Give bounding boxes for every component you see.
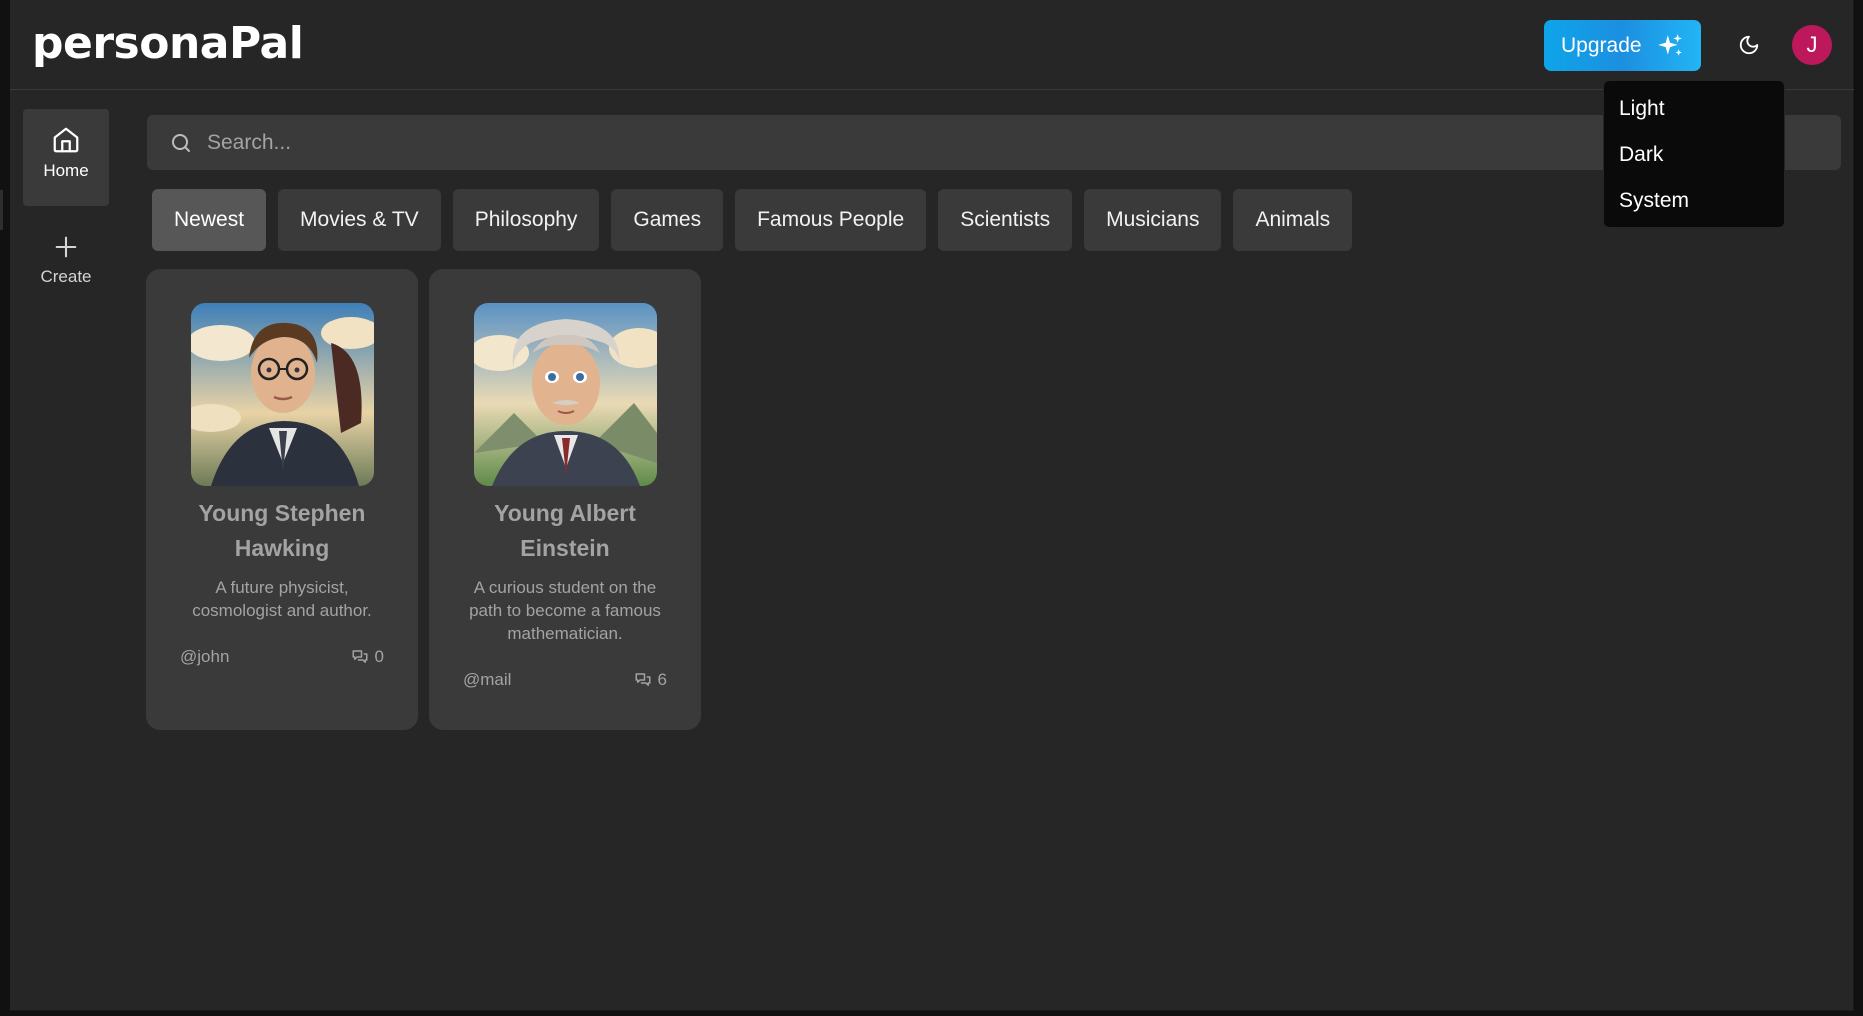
category-filter-bar: Newest Movies & TV Philosophy Games Famo…	[152, 189, 1353, 251]
persona-portrait-image	[473, 303, 657, 486]
top-bar: personaPal Upgrade J	[10, 0, 1854, 90]
persona-author: @mail	[463, 670, 512, 689]
persona-card[interactable]: Young Albert Einstein A curious student …	[429, 269, 701, 730]
home-icon	[53, 127, 79, 153]
sparkles-icon	[1658, 34, 1682, 56]
upgrade-label: Upgrade	[1561, 33, 1642, 57]
category-movies-tv[interactable]: Movies & TV	[278, 189, 441, 251]
app-window: personaPal Upgrade J Home Create Search.…	[10, 0, 1854, 1011]
persona-name: Young Stephen Hawking	[198, 500, 366, 561]
theme-dropdown-menu: Light Dark System	[1603, 80, 1785, 228]
persona-card[interactable]: Young Stephen Hawking A future physicist…	[146, 269, 418, 730]
theme-option-light[interactable]: Light	[1604, 86, 1784, 132]
category-musicians[interactable]: Musicians	[1084, 189, 1222, 251]
theme-option-dark[interactable]: Dark	[1604, 132, 1784, 178]
messages-icon	[635, 673, 651, 686]
theme-option-system[interactable]: System	[1604, 178, 1784, 224]
message-count: 6	[634, 670, 667, 690]
plus-icon	[55, 236, 77, 258]
category-animals[interactable]: Animals	[1233, 189, 1353, 251]
persona-card-footer: @mail 6	[429, 670, 701, 690]
message-count: 0	[351, 647, 384, 667]
upgrade-button[interactable]: Upgrade	[1544, 20, 1701, 71]
sidebar-item-home[interactable]: Home	[23, 109, 109, 206]
sidebar-item-create[interactable]: Create	[23, 233, 109, 301]
persona-name: Young Albert Einstein	[494, 500, 636, 561]
theme-toggle-button[interactable]	[1732, 28, 1766, 62]
app-logo[interactable]: personaPal	[32, 18, 304, 69]
category-newest[interactable]: Newest	[152, 189, 267, 251]
category-scientists[interactable]: Scientists	[938, 189, 1073, 251]
moon-icon	[1739, 35, 1759, 55]
search-bar	[147, 115, 1841, 170]
sidebar-item-label: Home	[43, 161, 89, 180]
persona-description: A curious student on the path to become …	[469, 578, 661, 643]
persona-card-footer: @john 0	[146, 647, 418, 667]
category-famous-people[interactable]: Famous People	[735, 189, 927, 251]
category-games[interactable]: Games	[611, 189, 724, 251]
window-edge	[0, 190, 3, 230]
search-icon	[172, 133, 190, 152]
persona-description: A future physicist, cosmologist and auth…	[192, 578, 372, 620]
persona-author: @john	[180, 647, 230, 666]
persona-portrait-image	[190, 303, 374, 486]
sidebar-item-label: Create	[40, 267, 92, 286]
user-avatar[interactable]: J	[1792, 25, 1832, 65]
message-count-value: 6	[657, 670, 667, 689]
message-count-value: 0	[374, 647, 384, 666]
messages-icon	[352, 650, 368, 663]
category-philosophy[interactable]: Philosophy	[452, 189, 600, 251]
search-input[interactable]	[207, 130, 1607, 155]
